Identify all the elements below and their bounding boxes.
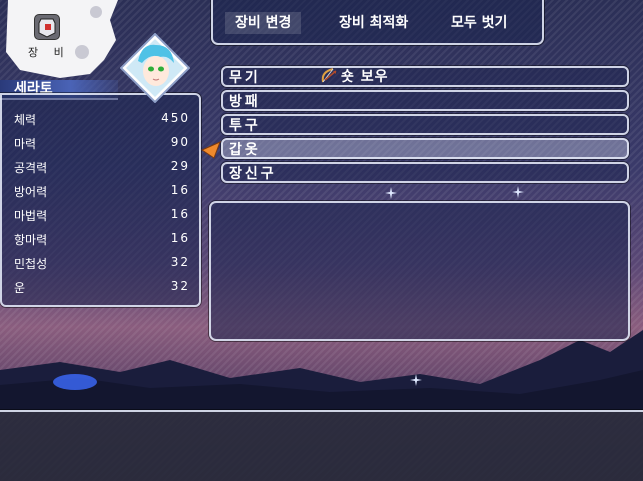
character-portrait [119,32,191,104]
slot-helmet[interactable]: 투구 [221,114,629,135]
item-info-panel [209,201,630,341]
stat-label: 체력 [14,113,37,127]
stat-value: 16 [170,207,190,221]
slot-label: 투구 [229,118,261,134]
stat-label: 항마력 [14,233,48,247]
slot-shield[interactable]: 방패 [221,90,629,111]
slot-label: 장신구 [229,166,277,182]
slot-label: 방패 [229,94,261,110]
slot-armor[interactable]: 갑옷 [221,138,629,159]
stat-row: 체력 450 [14,111,190,129]
slot-weapon[interactable]: 무기 숏 보우 [221,66,629,87]
stat-row: 민첩성 32 [14,255,190,273]
slot-label: 무기 [229,70,261,86]
stat-value: 90 [170,135,190,149]
bow-icon [321,68,337,83]
tab-remove-all[interactable]: 모두 벗기 [441,12,517,34]
stat-label: 운 [14,281,26,295]
sparkle-icon [410,374,422,386]
stat-value: 16 [170,183,190,197]
help-window [0,410,643,481]
equipment-menu-badge: 장 비 [0,0,118,78]
equipment-menu-icon[interactable] [34,14,60,40]
stat-label: 민첩성 [14,257,48,271]
stat-value: 16 [170,231,190,245]
sparkle-icon [385,187,397,199]
stat-row: 방어력 16 [14,183,190,201]
stat-value: 32 [170,255,190,269]
stat-label: 방어력 [14,185,48,199]
menu-label: 장 비 [28,46,70,59]
stats-panel: 체력 450 마력 90 공격력 29 방어력 16 마법력 16 항마력 16 민첩성 32… [0,93,201,307]
slot-label: 갑옷 [229,142,261,158]
stat-label: 마법력 [14,209,48,223]
stat-value: 450 [161,111,190,125]
stat-row: 항마력 16 [14,231,190,249]
selection-cursor-icon [200,141,221,159]
stat-value: 32 [170,279,190,293]
stat-label: 공격력 [14,161,48,175]
slot-accessory[interactable]: 장신구 [221,162,629,183]
stat-label: 마력 [14,137,37,151]
stat-row: 공격력 29 [14,159,190,177]
stat-row: 마력 90 [14,135,190,153]
stat-value: 29 [170,159,190,173]
tab-optimize-equipment[interactable]: 장비 최적화 [329,12,418,34]
sparkle-icon [512,186,524,198]
tab-change-equipment[interactable]: 장비 변경 [225,12,302,34]
stat-row: 운 32 [14,279,190,297]
stat-row: 마법력 16 [14,207,190,225]
equipped-item-name: 숏 보우 [341,69,389,85]
command-tab-bar: 장비 변경 장비 최적화 모두 벗기 [211,0,544,45]
